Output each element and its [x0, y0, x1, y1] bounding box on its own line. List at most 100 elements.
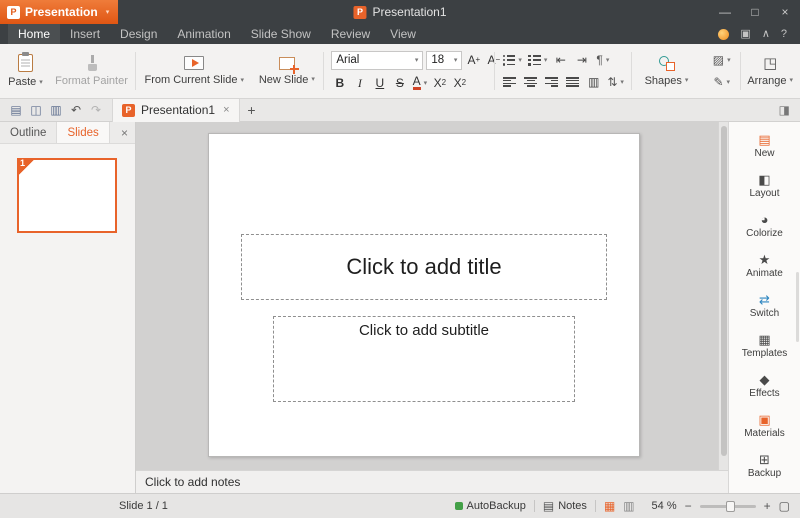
- collapse-ribbon-icon[interactable]: ∧: [762, 29, 770, 40]
- paste-button[interactable]: Paste ▾: [3, 52, 48, 90]
- increase-font-size-button[interactable]: A+: [465, 52, 482, 69]
- maximize-button[interactable]: □: [740, 0, 770, 24]
- app-menu-button[interactable]: P Presentation ▾: [0, 0, 118, 24]
- increase-indent-button[interactable]: ⇥: [572, 51, 591, 69]
- save-icon[interactable]: ◫: [26, 103, 46, 117]
- ribbon-separator: [740, 52, 741, 90]
- play-from-current-slide-icon: [184, 56, 204, 70]
- arrange-button[interactable]: ◳ Arrange ▾: [742, 54, 798, 89]
- tab-view[interactable]: View: [380, 24, 426, 44]
- zoom-value[interactable]: 54 %: [643, 500, 677, 512]
- print-icon[interactable]: ▥: [46, 103, 66, 117]
- notes-area[interactable]: Click to add notes: [136, 470, 728, 493]
- columns-button[interactable]: ▥: [584, 73, 603, 91]
- switch-icon: ⇄: [759, 293, 770, 306]
- panels-icon[interactable]: ▣: [740, 29, 750, 40]
- title-placeholder[interactable]: Click to add title: [241, 234, 607, 300]
- align-center-button[interactable]: [521, 73, 540, 91]
- vertical-scrollbar[interactable]: [718, 122, 728, 470]
- minimize-button[interactable]: —: [710, 0, 740, 24]
- panel-item-label: Colorize: [746, 228, 783, 239]
- app-icon: P: [7, 6, 20, 19]
- statusbar: Slide 1 / 1 AutoBackup ▤ Notes ▦ ▥ 54 % …: [0, 493, 800, 518]
- panel-item-switch[interactable]: ⇄ Switch: [729, 286, 800, 326]
- font-family-select[interactable]: Arial ▾: [331, 51, 423, 70]
- underline-button[interactable]: U: [371, 75, 388, 92]
- format-painter-button[interactable]: Format Painter: [50, 53, 133, 89]
- tab-design[interactable]: Design: [110, 24, 167, 44]
- slide-thumbnail-1[interactable]: 1: [17, 158, 117, 233]
- tab-slides[interactable]: Slides: [56, 122, 109, 143]
- subtitle-placeholder[interactable]: Click to add subtitle: [273, 316, 575, 402]
- fit-to-window-button[interactable]: ▢: [779, 500, 790, 512]
- font-size-select[interactable]: 18 ▾: [426, 51, 462, 70]
- zoom-slider-thumb[interactable]: [726, 501, 735, 512]
- bullets-caret-icon: ▾: [518, 57, 522, 64]
- outline-color-button[interactable]: ✎ ▾: [711, 73, 733, 91]
- new-slide-button[interactable]: New Slide ▾: [254, 55, 320, 88]
- file-icon[interactable]: ▤: [6, 103, 26, 117]
- justify-button[interactable]: [563, 73, 582, 91]
- panel-item-new[interactable]: ▤ New: [729, 126, 800, 166]
- app-button-label: Presentation: [25, 5, 98, 19]
- tab-outline[interactable]: Outline: [0, 122, 56, 143]
- superscript-button[interactable]: X2: [431, 75, 448, 92]
- align-right-button[interactable]: [542, 73, 561, 91]
- zoom-out-button[interactable]: −: [685, 500, 692, 512]
- redo-icon[interactable]: ↷: [86, 103, 106, 117]
- zoom-in-button[interactable]: +: [764, 500, 771, 512]
- panel-item-colorize[interactable]: ◕ Colorize: [729, 206, 800, 246]
- from-current-slide-button[interactable]: From Current Slide ▾: [140, 54, 249, 88]
- slide[interactable]: Click to add title Click to add subtitle: [208, 133, 640, 457]
- close-button[interactable]: ×: [770, 0, 800, 24]
- shapes-button[interactable]: Shapes ▾: [640, 54, 694, 89]
- window-controls: — □ ×: [710, 0, 800, 24]
- panel-item-backup[interactable]: ⊞ Backup: [729, 446, 800, 486]
- align-left-icon: [503, 77, 516, 87]
- tab-animation[interactable]: Animation: [167, 24, 240, 44]
- tab-home[interactable]: Home: [8, 24, 60, 44]
- undo-icon[interactable]: ↶: [66, 103, 86, 117]
- document-tab-close-icon[interactable]: ×: [223, 104, 229, 116]
- shapes-label: Shapes: [645, 75, 682, 87]
- tab-insert[interactable]: Insert: [60, 24, 110, 44]
- task-pane-toggle-icon[interactable]: ◨: [779, 103, 794, 117]
- slide-canvas-area[interactable]: Click to add title Click to add subtitle: [136, 122, 718, 470]
- decrease-indent-button[interactable]: ⇤: [551, 51, 570, 69]
- arrange-label: Arrange: [747, 75, 786, 87]
- zoom-slider[interactable]: [700, 505, 756, 508]
- font-color-button[interactable]: A ▾: [411, 75, 428, 92]
- subscript-button[interactable]: X2: [451, 75, 468, 92]
- new-slide-label: New Slide: [259, 74, 309, 86]
- autobackup-status[interactable]: AutoBackup: [455, 500, 526, 512]
- slide-sorter-view-button[interactable]: ▥: [623, 500, 634, 512]
- quick-access-bar: ▤ ◫ ▥ ↶ ↷ P Presentation1 × + ◨: [0, 99, 800, 122]
- vertical-scrollbar-thumb[interactable]: [721, 126, 727, 456]
- text-direction-button[interactable]: ¶ ▾: [593, 51, 612, 69]
- panel-item-materials[interactable]: ▣ Materials: [729, 406, 800, 446]
- tab-review[interactable]: Review: [321, 24, 380, 44]
- task-panel-scrollbar[interactable]: [796, 272, 799, 342]
- align-center-icon: [524, 77, 537, 87]
- italic-button[interactable]: I: [351, 75, 368, 92]
- new-document-tab-button[interactable]: +: [240, 102, 264, 118]
- slides-panel-close-icon[interactable]: ×: [114, 122, 135, 143]
- fill-color-button[interactable]: ▨ ▾: [711, 51, 733, 69]
- document-tab-presentation1[interactable]: P Presentation1 ×: [112, 99, 240, 122]
- line-spacing-button[interactable]: ⇅ ▾: [605, 73, 626, 91]
- tab-slide-show[interactable]: Slide Show: [241, 24, 321, 44]
- bullets-button[interactable]: ▾: [500, 51, 524, 69]
- notes-toggle[interactable]: ▤ Notes: [543, 500, 587, 512]
- strikethrough-button[interactable]: S: [391, 75, 408, 92]
- assistant-icon[interactable]: [718, 29, 729, 40]
- numbering-button[interactable]: ▾: [526, 51, 550, 69]
- panel-item-templates[interactable]: ▦ Templates: [729, 326, 800, 366]
- panel-item-effects[interactable]: ◆ Effects: [729, 366, 800, 406]
- normal-view-button[interactable]: ▦: [604, 500, 615, 512]
- align-left-button[interactable]: [500, 73, 519, 91]
- format-painter-icon: [85, 55, 99, 71]
- help-icon[interactable]: ?: [781, 29, 787, 40]
- panel-item-layout[interactable]: ◧ Layout: [729, 166, 800, 206]
- bold-button[interactable]: B: [331, 75, 348, 92]
- panel-item-animate[interactable]: ★ Animate: [729, 246, 800, 286]
